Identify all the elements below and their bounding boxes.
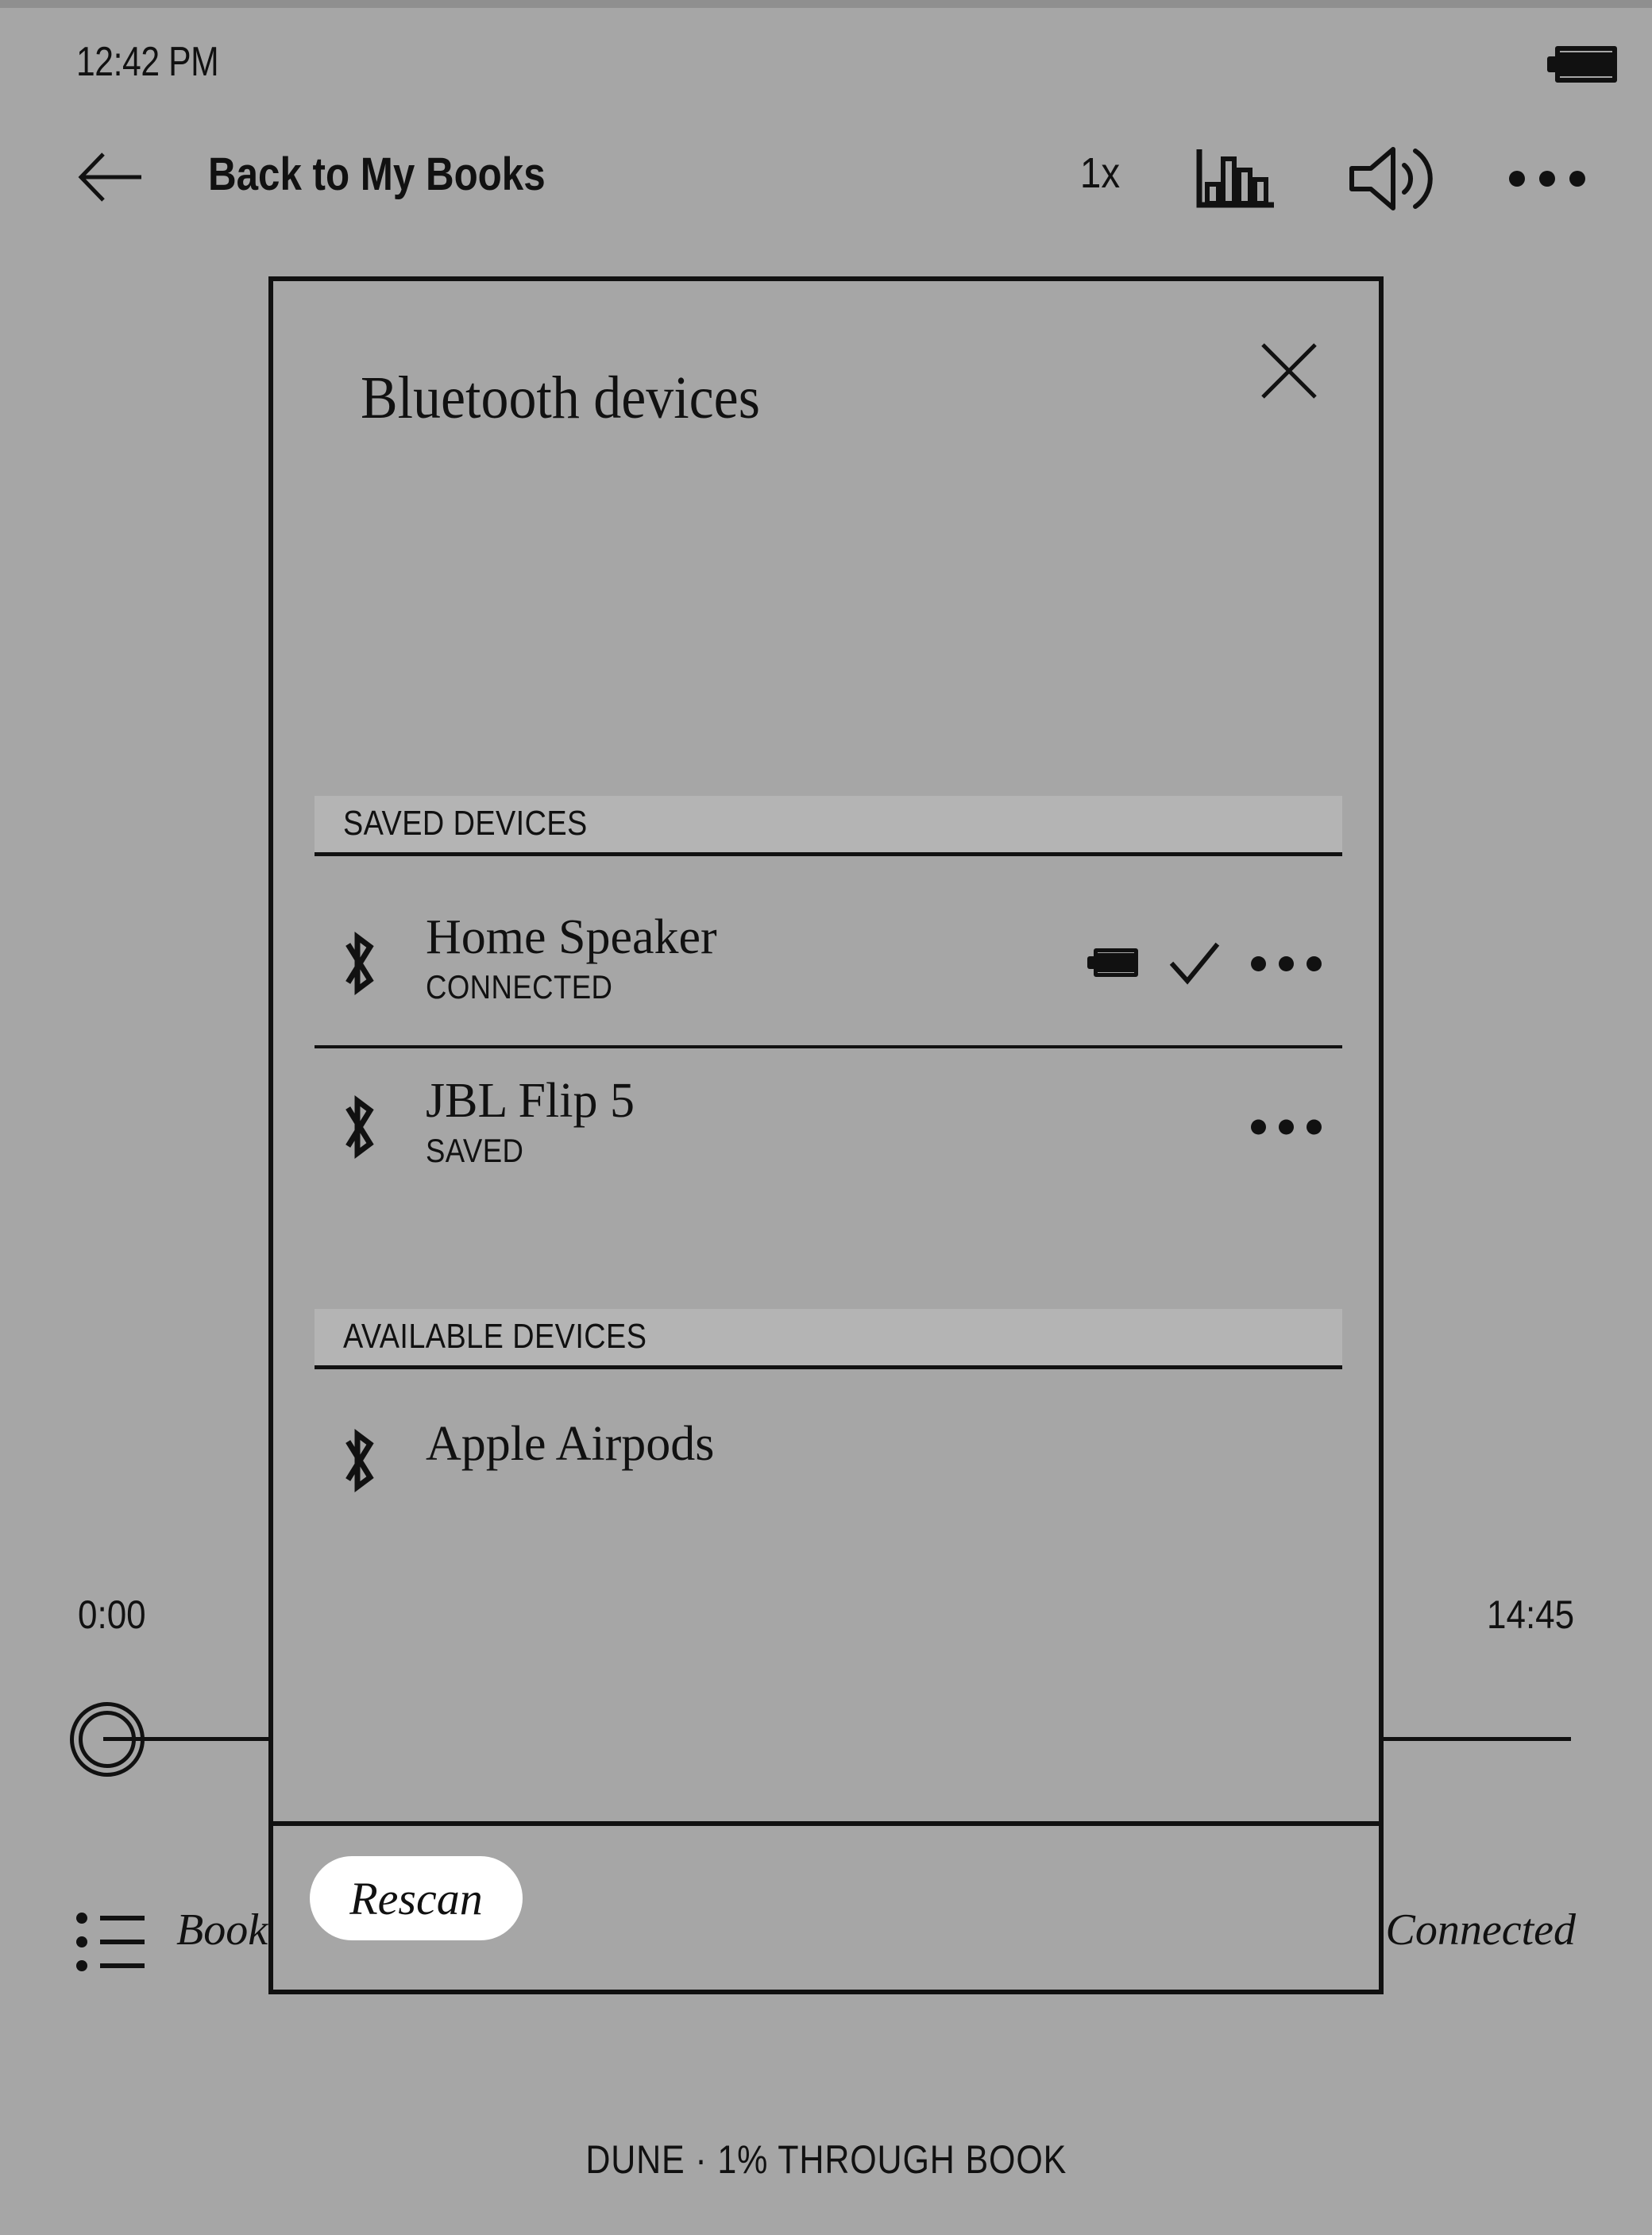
device-status: SAVED (426, 1132, 524, 1169)
book-progress-text: DUNE · 1% THROUGH BOOK (585, 2137, 1067, 2182)
device-row-home-speaker[interactable]: Home Speaker CONNECTED (315, 882, 1342, 1048)
arrow-left-icon[interactable] (76, 149, 145, 205)
dialog-footer: Rescan (273, 1821, 1379, 1990)
more-horizontal-icon[interactable] (1251, 955, 1322, 971)
bluetooth-icon (337, 1425, 378, 1496)
more-horizontal-icon[interactable] (1251, 1119, 1322, 1135)
playback-speed-button[interactable]: 1x (1056, 143, 1144, 214)
section-header-label: SAVED DEVICES (343, 804, 588, 843)
bluetooth-icon (337, 928, 378, 999)
device-status: CONNECTED (426, 968, 613, 1006)
device-name: Apple Airpods (426, 1417, 715, 1471)
bluetooth-devices-dialog: Bluetooth devices SAVED DEVICES Home Spe… (268, 276, 1384, 1994)
status-bar: 12:42 PM (0, 8, 1652, 127)
dialog-title: Bluetooth devices (361, 365, 760, 431)
device-row-jbl-flip-5[interactable]: JBL Flip 5 SAVED (315, 1045, 1342, 1209)
equalizer-icon[interactable] (1191, 143, 1279, 214)
more-horizontal-icon[interactable] (1509, 143, 1604, 214)
total-time: 14:45 (1486, 1592, 1574, 1637)
section-header-label: AVAILABLE DEVICES (343, 1317, 647, 1356)
device-actions (1087, 940, 1322, 987)
bluetooth-icon (337, 1091, 378, 1163)
device-name: Home Speaker (426, 910, 717, 964)
page-title[interactable]: Back to My Books (208, 148, 546, 201)
elapsed-time: 0:00 (78, 1592, 146, 1637)
device-info: JBL Flip 5 SAVED (426, 1072, 635, 1172)
speaker-volume-icon[interactable] (1342, 143, 1446, 214)
rescan-button[interactable]: Rescan (310, 1856, 523, 1940)
device-info: Home Speaker CONNECTED (426, 909, 717, 1009)
device-info: Apple Airpods (426, 1415, 714, 1473)
chapter-list-icon[interactable] (76, 1913, 145, 1971)
scrubber-handle-icon[interactable] (70, 1702, 145, 1777)
section-header-available-devices: AVAILABLE DEVICES (315, 1309, 1342, 1369)
device-name: JBL Flip 5 (426, 1074, 635, 1128)
battery-full-icon (1087, 948, 1138, 979)
status-clock: 12:42 PM (76, 39, 219, 85)
app-header: Back to My Books 1x (0, 127, 1652, 230)
close-icon[interactable] (1256, 338, 1322, 403)
connection-label: Connected (1385, 1905, 1576, 1955)
device-actions (1251, 1119, 1322, 1135)
checkmark-icon (1168, 940, 1221, 987)
battery-full-icon (1547, 46, 1619, 84)
section-header-saved-devices: SAVED DEVICES (315, 796, 1342, 856)
device-row-apple-airpods[interactable]: Apple Airpods (315, 1393, 1342, 1528)
book-progress-note: DUNE · 1% THROUGH BOOK (0, 2137, 1652, 2183)
ereader-screen: 12:42 PM Back to My Books 1x 0:00 14:45 … (0, 0, 1652, 2235)
